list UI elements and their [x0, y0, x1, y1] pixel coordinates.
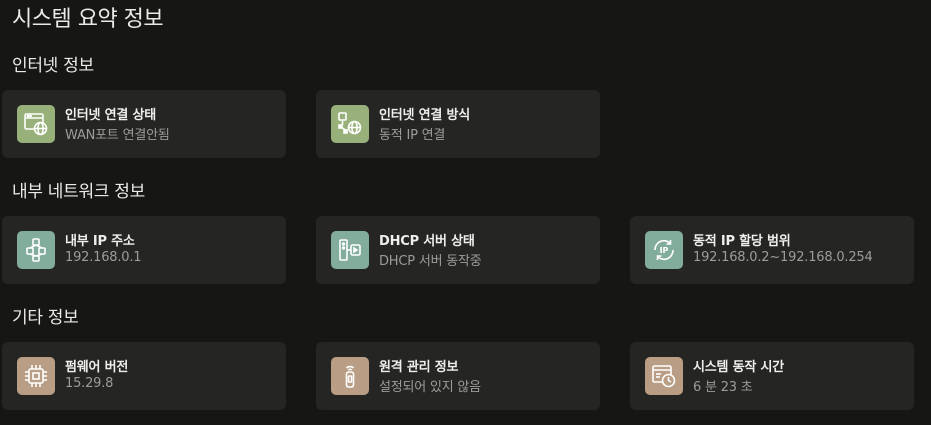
card-internet-connection-status[interactable]: 인터넷 연결 상태 WAN포트 연결안됨	[2, 90, 286, 158]
section-title-internal-network: 내부 네트워크 정보	[12, 182, 145, 202]
card-remote-management[interactable]: 원격 관리 정보 설정되어 있지 않음	[316, 342, 600, 410]
card-label: 원격 관리 정보	[379, 360, 459, 375]
card-value: DHCP 서버 동작중	[379, 254, 482, 269]
card-label: 인터넷 연결 방식	[379, 108, 470, 123]
dhcp-server-icon	[331, 231, 369, 269]
card-internet-connection-type[interactable]: 인터넷 연결 방식 동적 IP 연결	[316, 90, 600, 158]
card-internal-ip-address[interactable]: 내부 IP 주소 192.168.0.1	[2, 216, 286, 284]
card-label: 인터넷 연결 상태	[65, 108, 156, 123]
card-value: 6 분 23 초	[693, 380, 753, 395]
card-value: 동적 IP 연결	[379, 128, 446, 143]
card-system-uptime[interactable]: 시스템 동작 시간 6 분 23 초	[630, 342, 914, 410]
system-summary-page: 시스템 요약 정보 인터넷 정보 인터넷 연결 상태 WAN포트 연결안됨 인터…	[0, 0, 931, 425]
card-label: 시스템 동작 시간	[693, 360, 784, 375]
chip-icon	[17, 357, 55, 395]
svg-text:IP: IP	[660, 246, 669, 255]
uptime-clock-icon	[645, 357, 683, 395]
card-label: 펌웨어 버전	[65, 360, 129, 375]
card-value: 설정되어 있지 않음	[379, 380, 481, 395]
card-label: 동적 IP 할당 범위	[693, 234, 791, 249]
network-globe-icon	[331, 105, 369, 143]
remote-control-icon	[331, 357, 369, 395]
card-firmware-version[interactable]: 펌웨어 버전 15.29.8	[2, 342, 286, 410]
card-dhcp-server-status[interactable]: DHCP 서버 상태 DHCP 서버 동작중	[316, 216, 600, 284]
card-value: 192.168.0.1	[65, 250, 142, 265]
page-title: 시스템 요약 정보	[12, 7, 164, 32]
internet-window-globe-icon	[17, 105, 55, 143]
ip-refresh-icon: IP	[645, 231, 683, 269]
card-value: 192.168.0.2~192.168.0.254	[693, 250, 873, 265]
card-label: 내부 IP 주소	[65, 234, 135, 249]
card-value: WAN포트 연결안됨	[65, 128, 170, 143]
card-label: DHCP 서버 상태	[379, 234, 475, 249]
card-value: 15.29.8	[65, 376, 114, 391]
section-title-other: 기타 정보	[12, 308, 79, 328]
section-title-internet: 인터넷 정보	[12, 56, 94, 76]
network-topology-icon	[17, 231, 55, 269]
card-dynamic-ip-range[interactable]: IP 동적 IP 할당 범위 192.168.0.2~192.168.0.254	[630, 216, 914, 284]
